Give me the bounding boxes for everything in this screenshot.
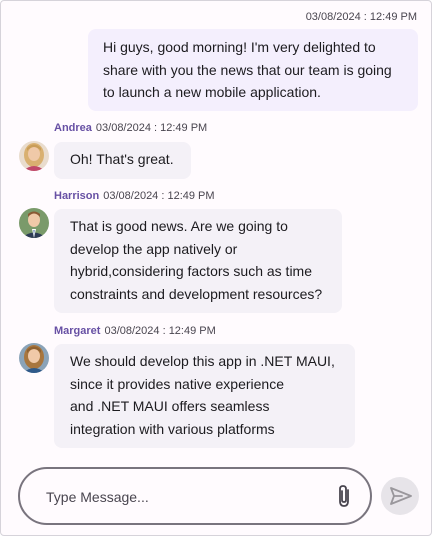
chat-window: 03/08/2024 : 12:49 PM Hi guys, good morn… xyxy=(0,0,432,536)
message-line: to launch a new mobile application. xyxy=(103,84,321,100)
avatar xyxy=(19,343,49,373)
message-meta: Harrison 03/08/2024 : 12:49 PM xyxy=(54,190,215,202)
woman-brunette-avatar-icon xyxy=(19,343,49,373)
author-name: Margaret xyxy=(54,325,101,337)
message-line: We should develop this app in .NET MAUI, xyxy=(70,353,335,369)
message-timestamp: 03/08/2024 : 12:49 PM xyxy=(95,122,208,134)
message-line: share with you the news that our team is… xyxy=(103,61,392,78)
message-line: develop the app natively or xyxy=(70,240,238,257)
message-line: constraints and development resources? xyxy=(70,285,323,302)
message-line: That is good news. Are we going to xyxy=(70,218,288,234)
woman-blonde-avatar-icon xyxy=(19,141,49,171)
author-name: Harrison xyxy=(54,190,100,202)
message-line: Hi guys, good morning! I'm very delighte… xyxy=(103,39,376,55)
avatar xyxy=(19,208,49,238)
message-timestamp: 03/08/2024 : 12:49 PM xyxy=(104,325,216,337)
send-icon xyxy=(390,487,412,505)
paperclip-icon[interactable] xyxy=(332,483,356,509)
author-name: Andrea xyxy=(54,122,92,134)
message-line: since it provides native experience xyxy=(70,375,285,392)
message-line: hybrid,considering factors such as time xyxy=(70,263,312,279)
avatar xyxy=(19,141,49,171)
send-button[interactable] xyxy=(381,477,419,515)
outgoing-message-bubble: Hi guys, good morning! I'm very delighte… xyxy=(88,29,418,111)
message-composer xyxy=(18,467,372,525)
message-timestamp: 03/08/2024 : 12:49 PM xyxy=(103,190,215,202)
message-line: and .NET MAUI offers seamless xyxy=(70,398,270,414)
message-meta: Andrea 03/08/2024 : 12:49 PM xyxy=(54,122,207,134)
message-bubble: That is good news. Are we going to devel… xyxy=(54,209,342,313)
man-suit-avatar-icon xyxy=(19,208,49,238)
message-line: Oh! That's great. xyxy=(70,151,174,167)
message-meta: Margaret 03/08/2024 : 12:49 PM xyxy=(54,325,216,337)
message-bubble: Oh! That's great. xyxy=(54,142,191,179)
message-line: integration with various platforms xyxy=(70,420,275,437)
message-bubble: We should develop this app in .NET MAUI,… xyxy=(54,344,355,448)
message-input[interactable] xyxy=(44,486,318,508)
outgoing-timestamp: 03/08/2024 : 12:49 PM xyxy=(305,11,417,23)
